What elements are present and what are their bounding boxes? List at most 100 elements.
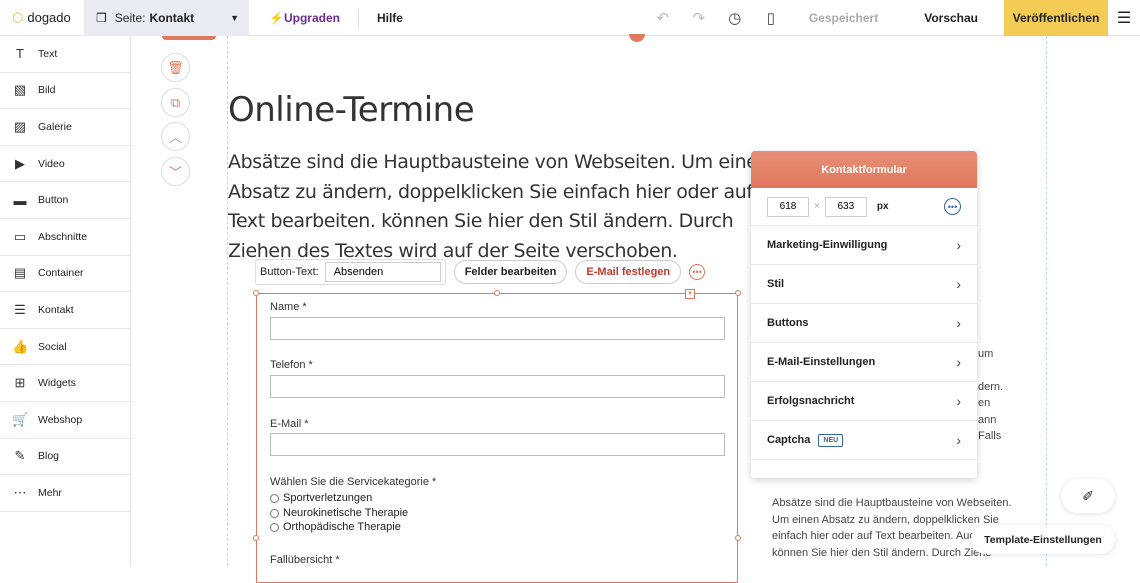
radio-option[interactable]: Neurokinetische Therapie [270, 507, 408, 519]
contact-form-panel: Kontaktformular × px ••• Marketing-Einwi… [751, 151, 977, 478]
publish-button[interactable]: Veröffentlichen [1004, 0, 1108, 36]
sidebar-item-mehr[interactable]: ⋯ Mehr [0, 475, 130, 512]
button-toolbar: Button-Text: Felder bearbeiten E-Mail fe… [255, 259, 706, 285]
panel-row-buttons[interactable]: Buttons › [751, 304, 977, 343]
sidebar-item-label: Container [38, 267, 84, 280]
chevron-right-icon: › [956, 237, 961, 253]
more-options-icon[interactable]: ••• [944, 198, 961, 215]
times-icon: × [814, 201, 820, 212]
text-icon: T [16, 46, 24, 62]
panel-row-marketing-einwilligung[interactable]: Marketing-Einwilligung › [751, 226, 977, 265]
help-button[interactable]: Hilfe [377, 11, 403, 25]
category-label: Wählen Sie die Servicekategorie * [270, 476, 437, 488]
sidebar-item-label: Video [38, 157, 65, 170]
email-field[interactable] [270, 433, 725, 456]
page-selector[interactable]: ❐ Seite: Kontakt ▼ [84, 0, 249, 36]
widgets-icon: ⊞ [14, 375, 26, 391]
sidebar: T Text ▧ Bild ▨ Galerie ▶ Video ▬ Button ▭ Abschnit… [0, 36, 131, 566]
sidebar-item-widgets[interactable]: ⊞ Widgets [0, 365, 130, 402]
panel-row-captcha[interactable]: Captcha NEU › [751, 421, 977, 460]
panel-title[interactable]: Kontaktformular [751, 151, 977, 188]
add-section-handle[interactable] [629, 34, 645, 42]
caret-down-icon: ▼ [230, 12, 239, 23]
sidebar-item-container[interactable]: ▤ Container [0, 256, 130, 293]
sidebar-item-label: Social [38, 340, 67, 353]
page-prefix: Seite: [114, 10, 146, 25]
new-badge: NEU [818, 433, 844, 447]
fragment: um [978, 348, 994, 360]
name-field[interactable] [270, 317, 725, 340]
sidebar-item-label: Text [38, 47, 58, 60]
redo-icon[interactable]: ↷ [681, 9, 717, 27]
fragment: en [978, 397, 991, 409]
line: Absätze sind die Hauptbausteine von Webs… [772, 497, 1012, 509]
design-icon[interactable]: ✐ [1061, 479, 1115, 513]
mobile-view-icon[interactable]: ▯ [753, 9, 789, 27]
radio-option[interactable]: Orthopädische Therapie [270, 521, 401, 533]
line: Um einen Absatz zu ändern, doppelklicken… [772, 513, 999, 526]
saved-status: Gespeichert [808, 10, 879, 25]
section-tab[interactable] [162, 36, 216, 40]
chevron-right-icon: › [956, 276, 961, 292]
guide-line [1046, 36, 1047, 566]
radio-option[interactable]: Sportverletzungen [270, 492, 372, 504]
move-up-icon[interactable]: ︿ [161, 122, 190, 151]
logo[interactable]: ⬡ dogado [0, 10, 84, 26]
resize-handle[interactable] [253, 290, 259, 296]
sidebar-item-video[interactable]: ▶ Video [0, 146, 130, 183]
delete-icon[interactable]: 🗑 [161, 53, 190, 82]
edit-fields-button[interactable]: Felder bearbeiten [453, 260, 568, 284]
history-icon[interactable]: ◷ [717, 9, 753, 27]
template-settings-button[interactable]: Template-Einstellungen [971, 525, 1115, 554]
set-email-button[interactable]: E-Mail festlegen [575, 260, 682, 284]
sidebar-item-abschnitte[interactable]: ▭ Abschnitte [0, 219, 130, 256]
paragraph[interactable]: Absätze sind die Hauptbausteine von Webs… [228, 148, 788, 266]
menu-icon[interactable]: ☰ [1108, 8, 1140, 28]
logo-icon: ⬡ [12, 9, 24, 25]
sidebar-item-label: Kontakt [38, 303, 74, 316]
sidebar-item-text[interactable]: T Text [0, 36, 130, 73]
resize-handle[interactable] [253, 535, 259, 541]
panel-row-e-mail-einstellungen[interactable]: E-Mail-Einstellungen › [751, 343, 977, 382]
button-text-input[interactable] [324, 262, 441, 282]
sidebar-item-label: Webshop [38, 413, 83, 426]
sidebar-item-blog[interactable]: ✎ Blog [0, 439, 130, 476]
sidebar-item-webshop[interactable]: 🛒 Webshop [0, 402, 130, 439]
page-name: Kontakt [149, 10, 195, 25]
resize-handle[interactable] [735, 290, 741, 296]
sidebar-item-label: Widgets [38, 377, 76, 390]
resize-handle[interactable] [494, 290, 500, 296]
contact-form[interactable]: ▼ Name * Telefon * E-Mail * Wählen Sie d… [253, 289, 741, 583]
sidebar-item-label: Abschnitte [38, 230, 88, 243]
panel-row-erfolgsnachricht[interactable]: Erfolgsnachricht › [751, 382, 977, 421]
field-label: Name * [270, 301, 307, 313]
galerie-icon: ▨ [13, 118, 27, 134]
video-icon: ▶ [15, 155, 25, 171]
panel-row-stil[interactable]: Stil › [751, 265, 977, 304]
row-label: Buttons [767, 317, 809, 329]
row-label: Marketing-Einwilligung [767, 239, 888, 251]
upgrade-button[interactable]: ⚡Upgraden [269, 11, 340, 25]
height-input[interactable] [824, 196, 867, 217]
move-down-icon[interactable]: ﹀ [161, 157, 190, 186]
resize-handle[interactable] [735, 535, 741, 541]
sidebar-item-bild[interactable]: ▧ Bild [0, 73, 130, 110]
sidebar-item-button[interactable]: ▬ Button [0, 182, 130, 219]
more-options-icon[interactable]: ••• [689, 264, 706, 280]
row-label: Erfolgsnachricht [767, 395, 855, 407]
page-title[interactable]: Online-Termine [228, 90, 475, 130]
button-icon: ▬ [13, 192, 27, 208]
sidebar-item-social[interactable]: 👍 Social [0, 329, 130, 366]
phone-field[interactable] [270, 375, 725, 398]
preview-button[interactable]: Vorschau [898, 11, 1004, 25]
undo-icon[interactable]: ↶ [645, 9, 681, 27]
sidebar-item-galerie[interactable]: ▨ Galerie [0, 109, 130, 146]
fragment: dern. [978, 380, 1004, 393]
blog-icon: ✎ [14, 448, 26, 464]
sidebar-item-kontakt[interactable]: ☰ Kontakt [0, 292, 130, 329]
bolt-icon: ⚡ [269, 10, 284, 25]
chevron-down-icon[interactable]: ▼ [685, 289, 695, 299]
option-label: Neurokinetische Therapie [283, 507, 409, 519]
width-input[interactable] [767, 196, 809, 217]
duplicate-icon[interactable]: ⧉ [161, 88, 190, 117]
